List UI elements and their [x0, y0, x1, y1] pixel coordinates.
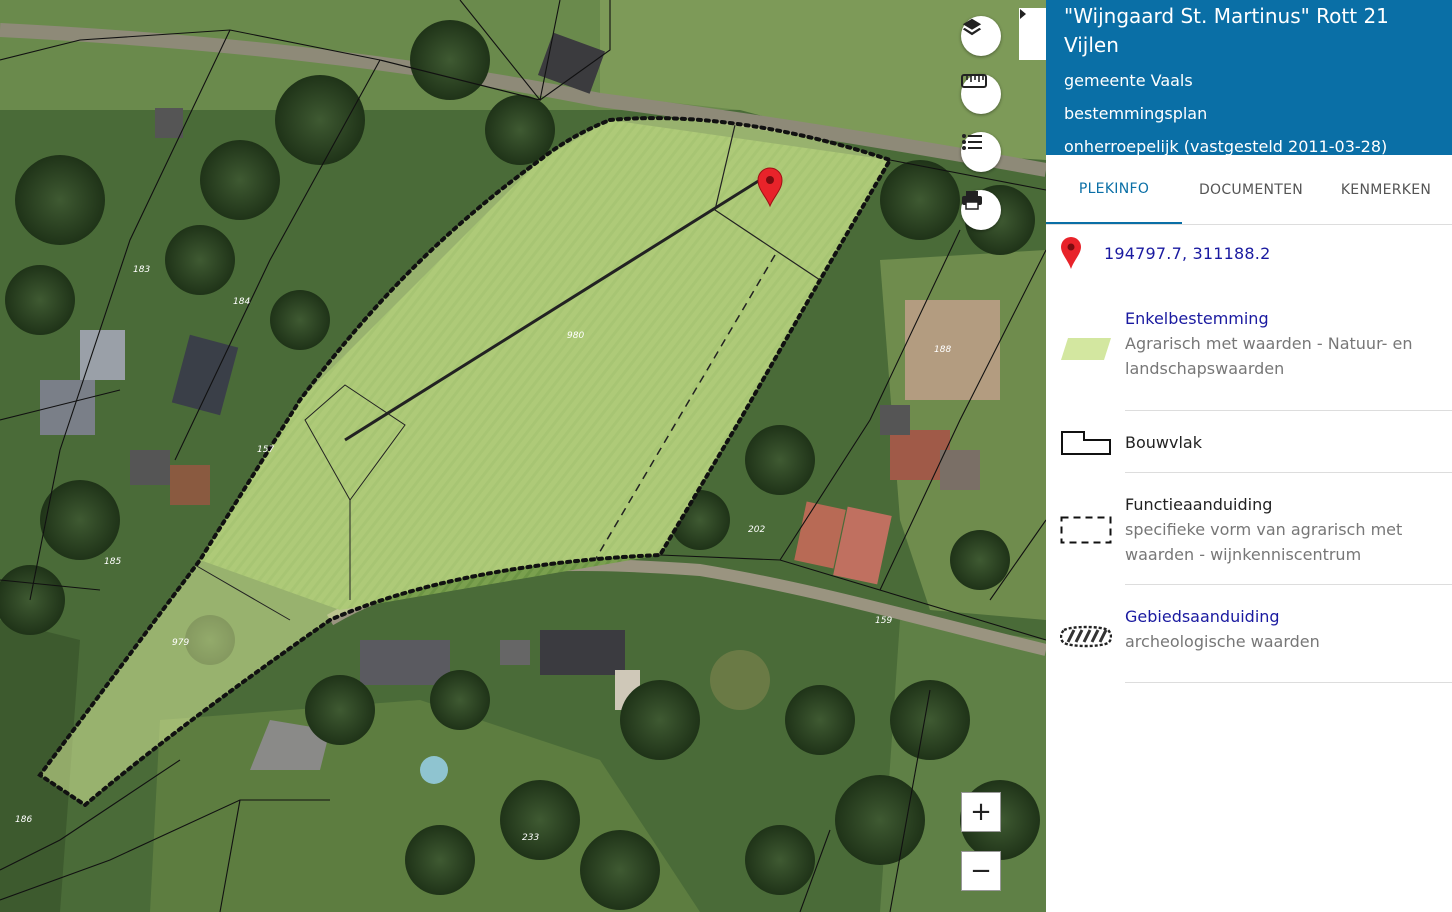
legend-title-link[interactable]: Gebiedsaanduiding [1125, 604, 1442, 629]
tab-kenmerken[interactable]: KENMERKEN [1320, 155, 1452, 224]
info-panel: "Wijngaard St. Martinus" Rott 21 Vijlen … [1046, 0, 1452, 912]
legend-button[interactable] [961, 132, 1001, 172]
bouwvlak-outline-icon [1061, 431, 1111, 455]
plan-type-label: bestemmingsplan [1064, 104, 1208, 123]
legend-description: Agrarisch met waarden - Natuur- en lands… [1125, 334, 1413, 378]
aerial-photo: 183 184 157 185 980 979 188 202 159 186 … [0, 0, 1046, 912]
print-button[interactable] [961, 190, 1001, 230]
parcel-label: 980 [567, 331, 584, 341]
list-icon [962, 134, 982, 150]
tab-plekinfo[interactable]: PLEKINFO [1046, 155, 1182, 224]
panel-header: "Wijngaard St. Martinus" Rott 21 Vijlen … [1046, 0, 1452, 156]
ruler-icon [961, 74, 987, 88]
parcel-label: 233 [522, 833, 539, 843]
legend-title: Bouwvlak [1125, 433, 1202, 452]
divider [1125, 682, 1452, 683]
page-title: "Wijngaard St. Martinus" Rott 21 Vijlen [1064, 4, 1389, 57]
collapse-panel-button[interactable] [1019, 8, 1046, 60]
dashed-rectangle-icon [1060, 516, 1112, 544]
legend-description: archeologische waarden [1125, 632, 1320, 651]
location-pin-icon [1061, 237, 1081, 269]
tab-documenten[interactable]: DOCUMENTEN [1182, 155, 1320, 224]
legend-title-link[interactable]: Enkelbestemming [1125, 306, 1442, 331]
parcel-label: 979 [172, 638, 189, 648]
parcel-label: 183 [133, 265, 150, 275]
coordinates-link[interactable]: 194797.7, 311188.2 [1104, 244, 1270, 263]
divider [1125, 472, 1452, 473]
zoom-out-button[interactable]: − [961, 851, 1001, 891]
caret-right-icon [1020, 9, 1026, 19]
green-parallelogram-icon [1061, 338, 1111, 360]
hatched-area-icon [1060, 625, 1112, 648]
legend-item-enkelbestemming: Enkelbestemming Agrarisch met waarden - … [1046, 306, 1452, 410]
parcel-label: 186 [15, 815, 32, 825]
legend-item-gebiedsaanduiding: Gebiedsaanduiding archeologische waarden [1046, 604, 1452, 682]
measure-button[interactable] [961, 74, 1001, 114]
layers-icon [962, 18, 982, 36]
legend-item-bouwvlak: Bouwvlak [1046, 430, 1452, 472]
zoom-in-button[interactable]: + [961, 792, 1001, 832]
parcel-label: 188 [934, 345, 951, 355]
legend-item-functieaanduiding: Functieaanduiding specifieke vorm van ag… [1046, 492, 1452, 584]
divider [1125, 410, 1452, 411]
parcel-label: 202 [748, 525, 765, 535]
divider [1125, 584, 1452, 585]
parcel-label: 157 [257, 445, 274, 455]
printer-icon [962, 191, 982, 210]
coordinates-row: 194797.7, 311188.2 [1060, 236, 1270, 270]
parcel-label: 185 [104, 557, 121, 567]
tab-bar: PLEKINFO DOCUMENTEN KENMERKEN [1046, 155, 1452, 225]
legend-description: specifieke vorm van agrarisch met waarde… [1125, 520, 1403, 564]
municipality-label: gemeente Vaals [1064, 71, 1193, 90]
legend-title: Functieaanduiding [1125, 495, 1273, 514]
parcel-label: 159 [875, 616, 892, 626]
map-canvas[interactable]: 183 184 157 185 980 979 188 202 159 186 … [0, 0, 1046, 912]
layers-button[interactable] [961, 16, 1001, 56]
parcel-label: 184 [233, 297, 250, 307]
